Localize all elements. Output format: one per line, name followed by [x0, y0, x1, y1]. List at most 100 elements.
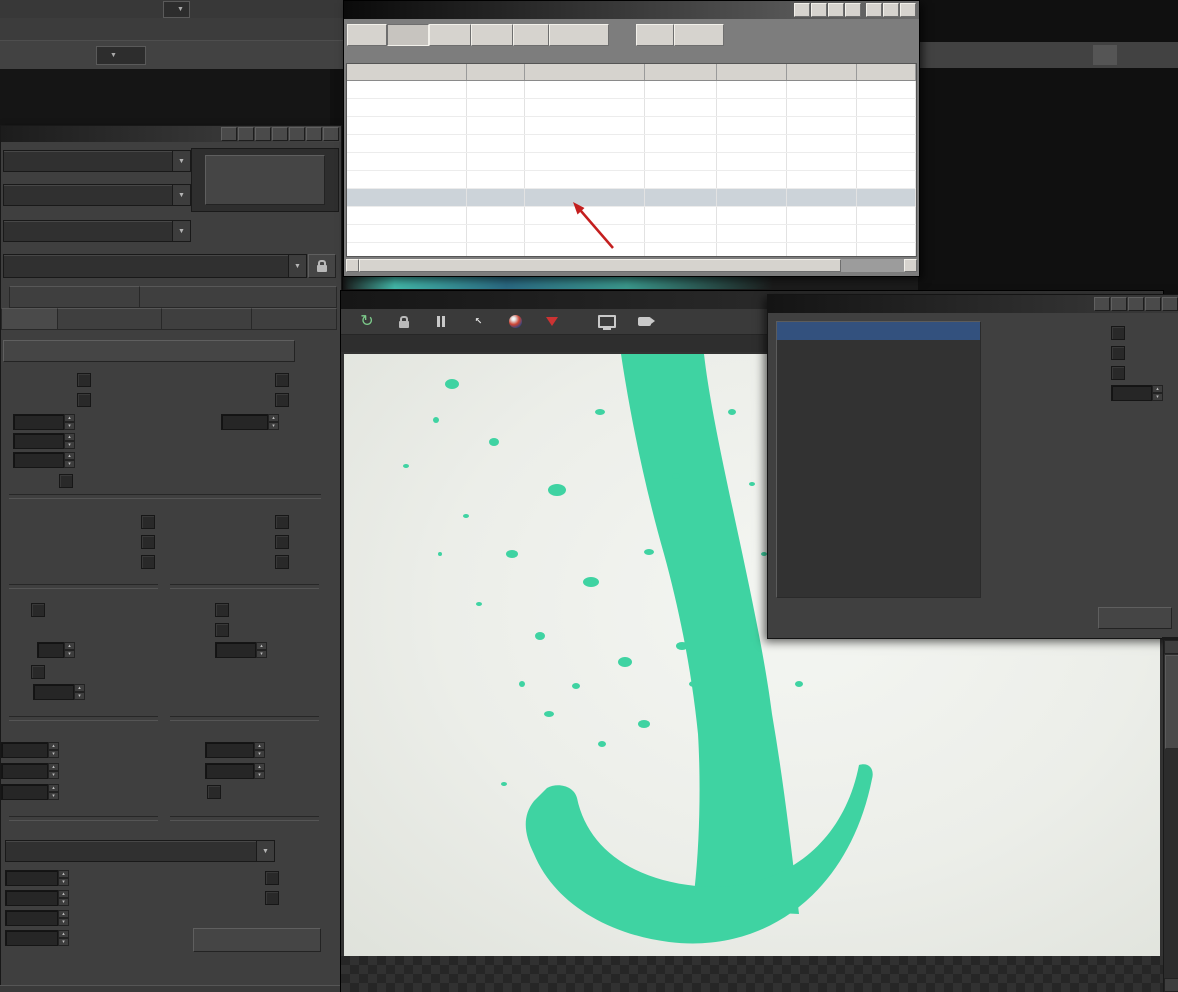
clear-button[interactable] [471, 24, 513, 46]
spinner-arrows[interactable] [1152, 385, 1163, 401]
unlink-icon[interactable] [24, 45, 48, 65]
scene-dropdown[interactable] [3, 220, 191, 242]
motion-blur-duration-spinner[interactable] [215, 642, 267, 658]
menu-modifiers[interactable] [132, 26, 154, 32]
rayepsilon-spinner[interactable] [1, 784, 59, 800]
tab-devices[interactable] [161, 308, 253, 330]
autofocus-icon[interactable] [466, 312, 490, 332]
horizontal-scrollbar[interactable] [346, 259, 917, 272]
spinner-arrows[interactable] [74, 684, 85, 700]
vertical-scrollbar[interactable] [1163, 640, 1178, 992]
rotate-icon[interactable] [242, 45, 266, 65]
minimize-icon[interactable] [221, 127, 237, 141]
pin-icon[interactable] [272, 127, 288, 141]
aspect-lock-checkbox[interactable] [59, 474, 73, 488]
menu-tools[interactable] [44, 26, 66, 32]
render-iterative-icon[interactable] [1021, 45, 1045, 65]
menu-group[interactable] [66, 26, 88, 32]
render-mode-dropdown[interactable] [3, 150, 191, 172]
spinner-arrows[interactable] [58, 930, 69, 946]
alphashadow-checkbox[interactable] [265, 891, 279, 905]
table-row[interactable] [347, 153, 916, 171]
copy-button[interactable] [347, 24, 387, 46]
spinner-arrows[interactable] [48, 784, 59, 800]
vertex-motion-blur-checkbox[interactable] [1111, 346, 1125, 360]
rollup-icon[interactable] [811, 3, 827, 17]
col-size-kb[interactable] [857, 64, 916, 80]
scroll-left-icon[interactable] [346, 259, 359, 272]
menu-views[interactable] [88, 26, 110, 32]
open-viewport-button[interactable] [3, 340, 295, 362]
height-spinner[interactable] [13, 433, 75, 449]
close-button[interactable] [1098, 607, 1172, 629]
lock-button[interactable] [636, 24, 674, 46]
use-viewport-bg-checkbox[interactable] [275, 373, 289, 387]
name-button[interactable] [429, 24, 471, 46]
col-channel-name[interactable] [525, 64, 645, 80]
preset-dropdown[interactable] [3, 184, 191, 206]
filtersize-spinner[interactable] [5, 890, 69, 906]
gi-clamp-spinner[interactable] [205, 763, 265, 779]
time-elaps-left-checkbox[interactable] [141, 535, 155, 549]
scrollbar-thumb[interactable] [1165, 655, 1178, 749]
subcomp-button[interactable] [549, 24, 609, 46]
maximize-icon[interactable] [306, 127, 322, 141]
col-object-name[interactable] [347, 64, 467, 80]
motion-blur-steps-spinner[interactable] [1111, 385, 1163, 401]
spinner-arrows[interactable] [64, 642, 75, 658]
save-icon[interactable] [0, 0, 24, 19]
gb-spinner[interactable] [33, 684, 85, 700]
tab-camera[interactable] [57, 308, 163, 330]
col-id[interactable] [467, 64, 525, 80]
table-row-selected[interactable] [347, 189, 916, 207]
scale-icon[interactable] [266, 45, 290, 65]
object-motion-blur-checkbox[interactable] [1111, 366, 1125, 380]
curve-editor-icon[interactable] [1117, 45, 1141, 65]
maxsamples-spinner[interactable] [1, 742, 59, 758]
lock-icon[interactable] [392, 312, 416, 332]
scroll-right-icon[interactable] [904, 259, 917, 272]
close-icon[interactable] [1162, 297, 1178, 311]
menu-edit[interactable] [22, 26, 44, 32]
material-editor-icon[interactable] [1045, 45, 1069, 65]
shade-icon[interactable] [866, 3, 882, 17]
spinner-arrows[interactable] [58, 910, 69, 926]
rayeps-spinner[interactable] [5, 910, 69, 926]
menu-file[interactable] [0, 26, 22, 32]
list-item-mesh-shape[interactable] [777, 322, 980, 340]
select-object-icon[interactable] [72, 45, 96, 65]
scroll-up-icon[interactable] [1164, 640, 1178, 654]
spinner-arrows[interactable] [58, 890, 69, 906]
render-ball-icon[interactable] [503, 312, 527, 332]
refresh-icon[interactable]: ↻ [355, 312, 379, 332]
pivot-icon[interactable] [290, 45, 314, 65]
table-row[interactable] [347, 81, 916, 99]
tab-account[interactable] [9, 286, 141, 308]
zoom-checkbox[interactable] [141, 555, 155, 569]
pause-icon[interactable] [429, 312, 453, 332]
toolbar-overflow-icon[interactable] [1141, 45, 1165, 65]
table-row[interactable] [347, 135, 916, 153]
rollup-icon[interactable] [1111, 297, 1127, 311]
width-spinner[interactable] [13, 414, 75, 430]
add-button[interactable] [513, 24, 549, 46]
refresh-time-spinner[interactable] [221, 414, 279, 430]
minimize-icon[interactable] [1094, 297, 1110, 311]
rs-spinner-1[interactable] [37, 642, 75, 658]
textures-checkbox[interactable] [275, 515, 289, 529]
lock-viewport-button[interactable] [308, 254, 336, 278]
tab-render-elements[interactable] [139, 286, 337, 308]
mci-titlebar[interactable] [344, 1, 919, 19]
spinner-arrows[interactable] [254, 742, 265, 758]
shade-icon[interactable] [289, 127, 305, 141]
table-row[interactable] [347, 117, 916, 135]
memory-checkbox[interactable] [275, 535, 289, 549]
show-error-log-button[interactable] [193, 928, 321, 952]
rs-unknown-checkbox[interactable] [31, 603, 45, 617]
pin-icon[interactable] [845, 3, 861, 17]
select-region-icon[interactable] [170, 45, 194, 65]
update-button[interactable] [674, 24, 724, 46]
resolution-checkbox[interactable] [77, 373, 91, 387]
spinner-arrows[interactable] [58, 870, 69, 886]
table-row[interactable] [347, 171, 916, 189]
